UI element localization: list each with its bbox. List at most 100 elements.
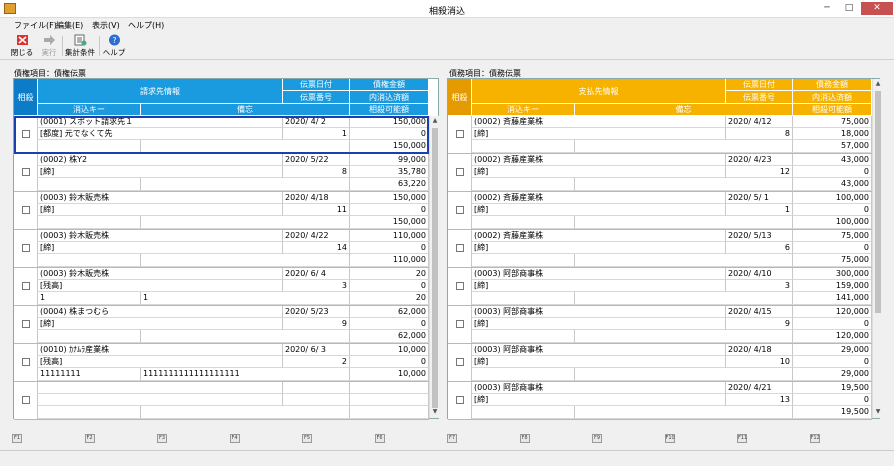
number-cell[interactable]: 14: [283, 242, 350, 254]
number-cell[interactable]: 8: [726, 128, 793, 140]
amount-cell[interactable]: 99,000: [350, 154, 429, 166]
number-cell[interactable]: 1: [726, 204, 793, 216]
help-button[interactable]: ? ヘルプ: [102, 34, 126, 58]
number-cell[interactable]: 13: [726, 394, 793, 406]
available-cell[interactable]: 75,000: [793, 254, 872, 267]
menu-view[interactable]: 表示(V): [92, 20, 120, 31]
row-checkbox[interactable]: [22, 244, 30, 252]
memo-cell[interactable]: 1: [141, 292, 350, 305]
fkey-f9[interactable]: F9: [592, 434, 602, 443]
number-cell[interactable]: 6: [726, 242, 793, 254]
scroll-down-arrow[interactable]: ▼: [430, 408, 440, 415]
available-cell[interactable]: 29,000: [793, 368, 872, 381]
available-cell[interactable]: 63,220: [350, 178, 429, 191]
amount-cell[interactable]: 75,000: [793, 116, 872, 128]
key-cell[interactable]: [472, 406, 575, 419]
partner-type-cell[interactable]: [締]: [472, 280, 726, 292]
memo-cell[interactable]: [575, 216, 793, 229]
memo-cell[interactable]: [141, 254, 350, 267]
left-scrollbar[interactable]: ▲ ▼: [429, 116, 439, 418]
row-checkbox[interactable]: [456, 358, 464, 366]
date-cell[interactable]: 2020/ 4/10: [726, 268, 793, 280]
applied-cell[interactable]: 159,000: [793, 280, 872, 292]
fkey-f2[interactable]: F2: [84, 434, 95, 443]
scroll-thumb[interactable]: [432, 128, 438, 408]
scroll-thumb[interactable]: [875, 91, 881, 313]
memo-cell[interactable]: [141, 216, 350, 229]
memo-cell[interactable]: [575, 178, 793, 191]
row-checkbox[interactable]: [456, 396, 464, 404]
amount-cell[interactable]: 19,500: [793, 382, 872, 394]
date-cell[interactable]: 2020/ 4/15: [726, 306, 793, 318]
date-cell[interactable]: [283, 382, 350, 394]
memo-cell[interactable]: [141, 406, 350, 419]
partner-type-cell[interactable]: [締]: [472, 318, 726, 330]
applied-cell[interactable]: 0: [350, 356, 429, 368]
row-checkbox[interactable]: [22, 358, 30, 366]
available-cell[interactable]: 100,000: [793, 216, 872, 229]
table-row[interactable]: (0002) 斉藤産業株 2020/ 4/12 75,000 [締] 8 18,000 57…: [448, 116, 872, 154]
applied-cell[interactable]: 0: [793, 204, 872, 216]
partner-type-cell[interactable]: [残高]: [38, 356, 283, 368]
amount-cell[interactable]: 150,000: [350, 192, 429, 204]
table-row[interactable]: (0003) 阿部商事株 2020/ 4/18 29,000 [締] 10 0 29,000: [448, 344, 872, 382]
available-cell[interactable]: [350, 406, 429, 419]
number-cell[interactable]: 2: [283, 356, 350, 368]
menu-edit[interactable]: 編集(E): [56, 20, 83, 31]
number-cell[interactable]: 8: [283, 166, 350, 178]
table-row[interactable]: (0003) 鈴木販売株 2020/ 6/ 4 20 [残高] 3 0 1 1 20: [14, 268, 429, 306]
applied-cell[interactable]: 0: [793, 356, 872, 368]
date-cell[interactable]: 2020/ 4/22: [283, 230, 350, 242]
available-cell[interactable]: 110,000: [350, 254, 429, 267]
date-cell[interactable]: 2020/ 6/ 3: [283, 344, 350, 356]
memo-cell[interactable]: [575, 292, 793, 305]
row-checkbox[interactable]: [456, 244, 464, 252]
table-row[interactable]: (0010) ｶﾅﾑﾗ産業株 2020/ 6/ 3 10,000 [残高] 2 0 1111…: [14, 344, 429, 382]
key-cell[interactable]: [472, 254, 575, 267]
available-cell[interactable]: 120,000: [793, 330, 872, 343]
key-cell[interactable]: 1: [38, 292, 141, 305]
available-cell[interactable]: 62,000: [350, 330, 429, 343]
partner-name-cell[interactable]: (0003) 鈴木販売株: [38, 268, 283, 280]
date-cell[interactable]: 2020/ 4/23: [726, 154, 793, 166]
memo-cell[interactable]: [575, 368, 793, 381]
available-cell[interactable]: 150,000: [350, 216, 429, 229]
row-checkbox[interactable]: [456, 168, 464, 176]
amount-cell[interactable]: 120,000: [793, 306, 872, 318]
partner-type-cell[interactable]: [締]: [38, 242, 283, 254]
date-cell[interactable]: 2020/ 5/23: [283, 306, 350, 318]
applied-cell[interactable]: 0: [793, 166, 872, 178]
scroll-up-arrow[interactable]: ▲: [430, 117, 440, 124]
applied-cell[interactable]: [350, 394, 429, 406]
row-checkbox[interactable]: [456, 130, 464, 138]
key-cell[interactable]: [472, 292, 575, 305]
amount-cell[interactable]: 10,000: [350, 344, 429, 356]
key-cell[interactable]: [472, 330, 575, 343]
partner-type-cell[interactable]: [締]: [472, 394, 726, 406]
amount-cell[interactable]: 100,000: [793, 192, 872, 204]
partner-name-cell[interactable]: (0004) 株まつむら: [38, 306, 283, 318]
right-scrollbar[interactable]: ▲ ▼: [872, 79, 882, 418]
run-button[interactable]: 実行: [38, 34, 60, 58]
row-checkbox[interactable]: [22, 206, 30, 214]
row-checkbox[interactable]: [22, 320, 30, 328]
table-row[interactable]: (0003) 阿部商事株 2020/ 4/10 300,000 [締] 3 159,000…: [448, 268, 872, 306]
partner-type-cell[interactable]: [締]: [472, 356, 726, 368]
row-checkbox[interactable]: [456, 206, 464, 214]
date-cell[interactable]: 2020/ 5/13: [726, 230, 793, 242]
date-cell[interactable]: 2020/ 4/18: [283, 192, 350, 204]
available-cell[interactable]: 19,500: [793, 406, 872, 419]
memo-cell[interactable]: [575, 140, 793, 153]
key-cell[interactable]: [472, 368, 575, 381]
applied-cell[interactable]: 18,000: [793, 128, 872, 140]
available-cell[interactable]: 141,000: [793, 292, 872, 305]
amount-cell[interactable]: 62,000: [350, 306, 429, 318]
table-row[interactable]: [14, 382, 429, 420]
partner-type-cell[interactable]: [締]: [472, 204, 726, 216]
fkey-f8[interactable]: F8: [519, 434, 530, 443]
applied-cell[interactable]: 0: [350, 318, 429, 330]
fkey-f7[interactable]: F7: [447, 434, 457, 443]
applied-cell[interactable]: 0: [350, 280, 429, 292]
fkey-f4[interactable]: F4: [229, 434, 240, 443]
memo-cell[interactable]: [575, 254, 793, 267]
